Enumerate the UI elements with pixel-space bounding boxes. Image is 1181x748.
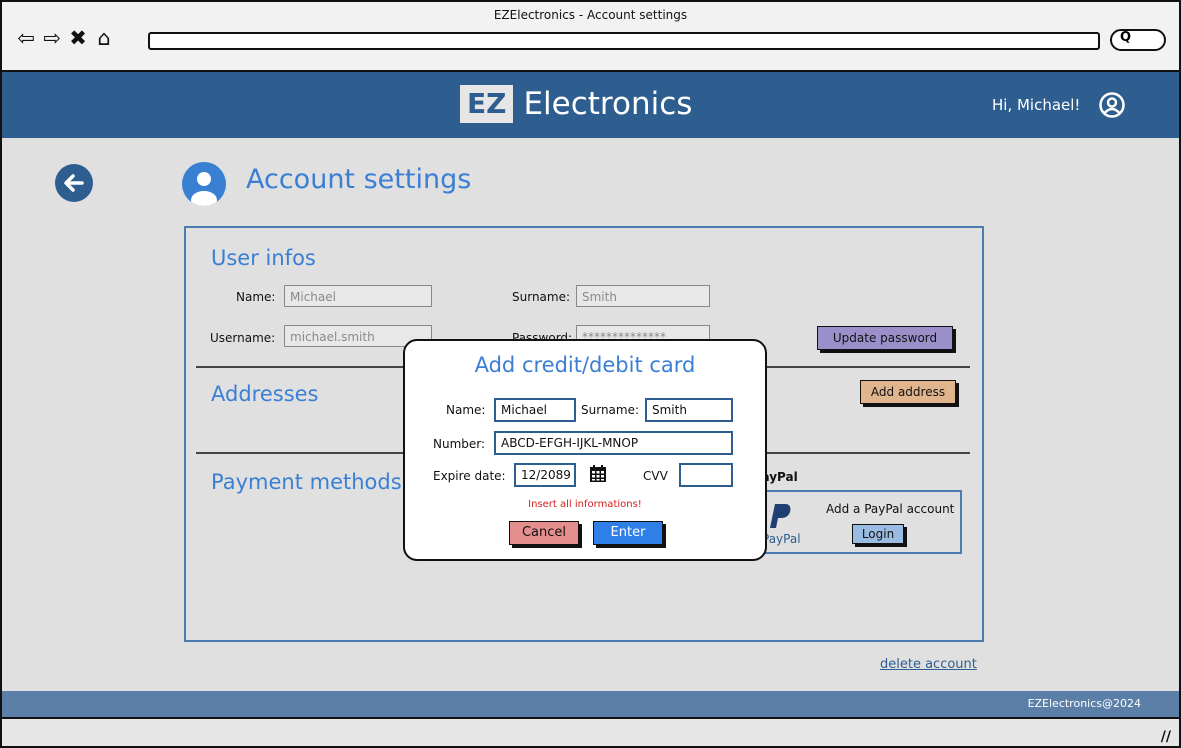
add-address-button[interactable]: Add address [860, 380, 956, 404]
app-header: EZ Electronics Hi, Michael! [2, 72, 1179, 138]
home-icon[interactable]: ⌂ [94, 26, 114, 50]
name-field[interactable]: Michael [284, 285, 432, 307]
add-paypal-text: Add a PayPal account [826, 502, 955, 516]
logo-text: Electronics [523, 86, 693, 122]
back-arrow-icon[interactable]: ⇦ [16, 26, 36, 50]
error-message: Insert all informations! [528, 499, 642, 510]
username-label: Username: [210, 331, 276, 345]
footer: EZElectronics@2024 [2, 691, 1179, 717]
user-circle-icon[interactable] [1098, 91, 1126, 119]
section-title-addresses: Addresses [211, 382, 319, 406]
status-bar: // [2, 717, 1179, 746]
paypal-logo-icon [770, 504, 791, 528]
page-title: Account settings [246, 164, 472, 195]
name-label: Name: [236, 290, 276, 304]
card-name-label: Name: [446, 403, 486, 417]
card-number-field[interactable]: ABCD-EFGH-IJKL-MNOP [494, 431, 733, 455]
card-surname-label: Surname: [581, 403, 640, 417]
search-button[interactable]: Q [1110, 29, 1166, 51]
footer-text: EZElectronics@2024 [1027, 697, 1141, 710]
delete-account-link[interactable]: delete account [880, 657, 977, 672]
paypal-logo-text: PayPal [762, 532, 801, 546]
add-card-modal: Add credit/debit card Name: Michael Surn… [403, 339, 767, 561]
logo-box: EZ [460, 85, 514, 123]
forward-arrow-icon[interactable]: ⇨ [42, 26, 62, 50]
paypal-card: PayPal Add a PayPal account Login [758, 490, 962, 554]
expire-date-label: Expire date: [433, 469, 506, 483]
update-password-button[interactable]: Update password [817, 326, 953, 350]
cancel-button[interactable]: Cancel [509, 521, 579, 545]
browser-nav: ⇦ ⇨ ✖ ⌂ [16, 26, 114, 50]
modal-title: Add credit/debit card [474, 353, 696, 377]
section-title-payment: Payment methods [211, 470, 402, 494]
cvv-field[interactable] [679, 463, 733, 487]
window-title: EZElectronics - Account settings [493, 8, 688, 22]
search-icon: Q [1120, 30, 1132, 45]
user-greeting: Hi, Michael! [992, 96, 1081, 114]
enter-button[interactable]: Enter [593, 521, 663, 545]
calendar-icon[interactable] [588, 464, 608, 484]
expire-date-field[interactable]: 12/2089 [514, 463, 576, 487]
cvv-label: CVV [643, 469, 668, 483]
surname-label: Surname: [512, 290, 571, 304]
back-circle-icon[interactable] [55, 164, 93, 202]
paypal-login-button[interactable]: Login [852, 524, 904, 544]
logo[interactable]: EZ Electronics [460, 84, 692, 124]
section-title-user-infos: User infos [211, 246, 316, 270]
resize-grip-icon[interactable]: // [1161, 729, 1171, 745]
browser-chrome: EZElectronics - Account settings ⇦ ⇨ ✖ ⌂… [2, 2, 1179, 72]
card-surname-field[interactable]: Smith [645, 398, 733, 422]
card-number-label: Number: [433, 437, 486, 451]
surname-field[interactable]: Smith [576, 285, 710, 307]
url-bar[interactable] [148, 32, 1100, 50]
account-avatar-icon [182, 162, 226, 206]
card-name-field[interactable]: Michael [494, 398, 576, 422]
app-window: EZElectronics - Account settings ⇦ ⇨ ✖ ⌂… [0, 0, 1181, 748]
close-icon[interactable]: ✖ [68, 26, 88, 50]
